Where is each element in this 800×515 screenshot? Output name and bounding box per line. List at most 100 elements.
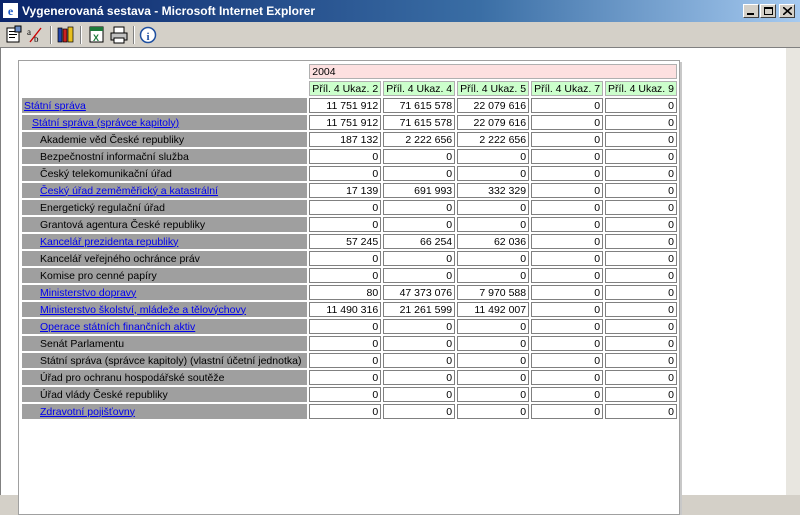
value-cell: 0 [309, 217, 382, 232]
value-cell: 71 615 578 [383, 98, 456, 113]
value-cell: 0 [309, 149, 382, 164]
value-cell: 0 [605, 387, 677, 402]
row-label: Komise pro cenné papíry [40, 269, 157, 282]
row-label-cell: Senát Parlamentu [22, 336, 308, 351]
value-cell: 0 [605, 217, 677, 232]
column-header: Příl. 4 Ukaz. 4 [383, 81, 456, 96]
value-cell: 0 [457, 217, 530, 232]
year-header: 2004 [309, 64, 677, 79]
table-row: Komise pro cenné papíry 0 0 0 0 0 [22, 268, 677, 283]
value-cell: 0 [383, 217, 456, 232]
row-label-cell: Komise pro cenné papíry [22, 268, 308, 283]
row-label-cell: Ministerstvo školství, mládeže a tělovýc… [22, 302, 308, 317]
value-cell: 0 [309, 319, 382, 334]
value-cell: 0 [605, 166, 677, 181]
table-row: Ministerstvo dopravy 80 47 373 076 7 970 58… [22, 285, 677, 300]
value-cell: 0 [605, 132, 677, 147]
row-label-cell: Český úřad zeměměřický a katastrální [22, 183, 308, 198]
row-label-link[interactable]: Státní správa (správce kapitoly) [32, 117, 179, 129]
row-label-link[interactable]: Ministerstvo školství, mládeže a tělovýc… [40, 304, 246, 316]
value-cell: 0 [605, 268, 677, 283]
row-label-link[interactable]: Ministerstvo dopravy [40, 287, 136, 299]
maximize-button[interactable] [760, 4, 776, 18]
value-cell: 11 751 912 [309, 115, 382, 130]
row-label-cell: Energetický regulační úřad [22, 200, 308, 215]
value-cell: 0 [457, 251, 530, 266]
value-cell: 0 [457, 166, 530, 181]
value-cell: 0 [383, 149, 456, 164]
value-cell: 0 [605, 302, 677, 317]
books-icon[interactable] [56, 25, 76, 45]
vertical-scrollbar[interactable] [786, 48, 800, 495]
value-cell: 7 970 588 [457, 285, 530, 300]
row-label-cell: Bezpečnostní informační služba [22, 149, 308, 164]
row-label-cell: Úřad vlády České republiky [22, 387, 308, 402]
spellcheck-icon[interactable]: a b [26, 25, 46, 45]
value-cell: 2 222 656 [457, 132, 530, 147]
value-cell: 0 [457, 404, 530, 419]
value-cell: 0 [309, 251, 382, 266]
table-row: Státní správa (správce kapitoly) (vlastn… [22, 353, 677, 368]
value-cell: 0 [531, 183, 604, 198]
close-button[interactable] [779, 4, 795, 18]
value-cell: 0 [309, 336, 382, 351]
table-row: Senát Parlamentu 0 0 0 0 0 [22, 336, 677, 351]
value-cell: 0 [605, 353, 677, 368]
row-label-cell: Ministerstvo dopravy [22, 285, 308, 300]
properties-icon[interactable] [4, 25, 24, 45]
value-cell: 17 139 [309, 183, 382, 198]
svg-text:X: X [93, 33, 99, 43]
value-cell: 22 079 616 [457, 98, 530, 113]
svg-text:i: i [146, 31, 149, 43]
header-spacer [22, 81, 307, 96]
window-titlebar[interactable]: e Vygenerovaná sestava - Microsoft Inter… [0, 0, 800, 22]
value-cell: 11 490 316 [309, 302, 382, 317]
value-cell: 2 222 656 [383, 132, 456, 147]
value-cell: 0 [531, 234, 604, 249]
corner-cell [22, 64, 307, 79]
excel-icon[interactable]: X [87, 25, 107, 45]
value-cell: 0 [383, 200, 456, 215]
row-label-link[interactable]: Kancelář prezidenta republiky [40, 236, 178, 248]
value-cell: 0 [309, 353, 382, 368]
minimize-button[interactable] [743, 4, 759, 18]
column-header: Příl. 4 Ukaz. 2 [309, 81, 382, 96]
value-cell: 0 [457, 149, 530, 164]
svg-text:a: a [27, 27, 31, 37]
value-cell: 0 [531, 387, 604, 402]
print-icon[interactable] [109, 25, 129, 45]
value-cell: 0 [531, 302, 604, 317]
value-cell: 0 [531, 319, 604, 334]
value-cell: 0 [531, 149, 604, 164]
row-label-link[interactable]: Operace státních finančních aktiv [40, 321, 195, 333]
value-cell: 0 [383, 387, 456, 402]
column-header: Příl. 4 Ukaz. 5 [457, 81, 530, 96]
row-label-link[interactable]: Zdravotní pojišťovny [40, 406, 135, 418]
row-label-link[interactable]: Státní správa [24, 100, 86, 112]
value-cell: 0 [383, 336, 456, 351]
column-header: Příl. 4 Ukaz. 7 [531, 81, 604, 96]
row-label-link[interactable]: Český úřad zeměměřický a katastrální [40, 185, 218, 197]
value-cell: 47 373 076 [383, 285, 456, 300]
column-header: Příl. 4 Ukaz. 9 [605, 81, 677, 96]
row-label: Úřad pro ochranu hospodářské soutěže [40, 371, 225, 384]
row-label: Energetický regulační úřad [40, 201, 165, 214]
value-cell: 0 [309, 387, 382, 402]
window-title: Vygenerovaná sestava - Microsoft Interne… [22, 4, 315, 18]
value-cell: 0 [531, 98, 604, 113]
value-cell: 22 079 616 [457, 115, 530, 130]
info-icon[interactable]: i [138, 25, 158, 45]
value-cell: 0 [309, 166, 382, 181]
value-cell: 0 [605, 370, 677, 385]
table-row: Akademie věd České republiky 187 132 2 222… [22, 132, 677, 147]
row-label: Bezpečnostní informační služba [40, 150, 189, 163]
table-row: Kancelář veřejného ochránce práv 0 0 0 0 0 [22, 251, 677, 266]
value-cell: 0 [605, 285, 677, 300]
table-row: Kancelář prezidenta republiky 57 245 66 25… [22, 234, 677, 249]
row-label: Akademie věd České republiky [40, 133, 185, 146]
value-cell: 66 254 [383, 234, 456, 249]
value-cell: 62 036 [457, 234, 530, 249]
value-cell: 0 [531, 285, 604, 300]
row-label-cell: Český telekomunikační úřad [22, 166, 308, 181]
value-cell: 332 329 [457, 183, 530, 198]
